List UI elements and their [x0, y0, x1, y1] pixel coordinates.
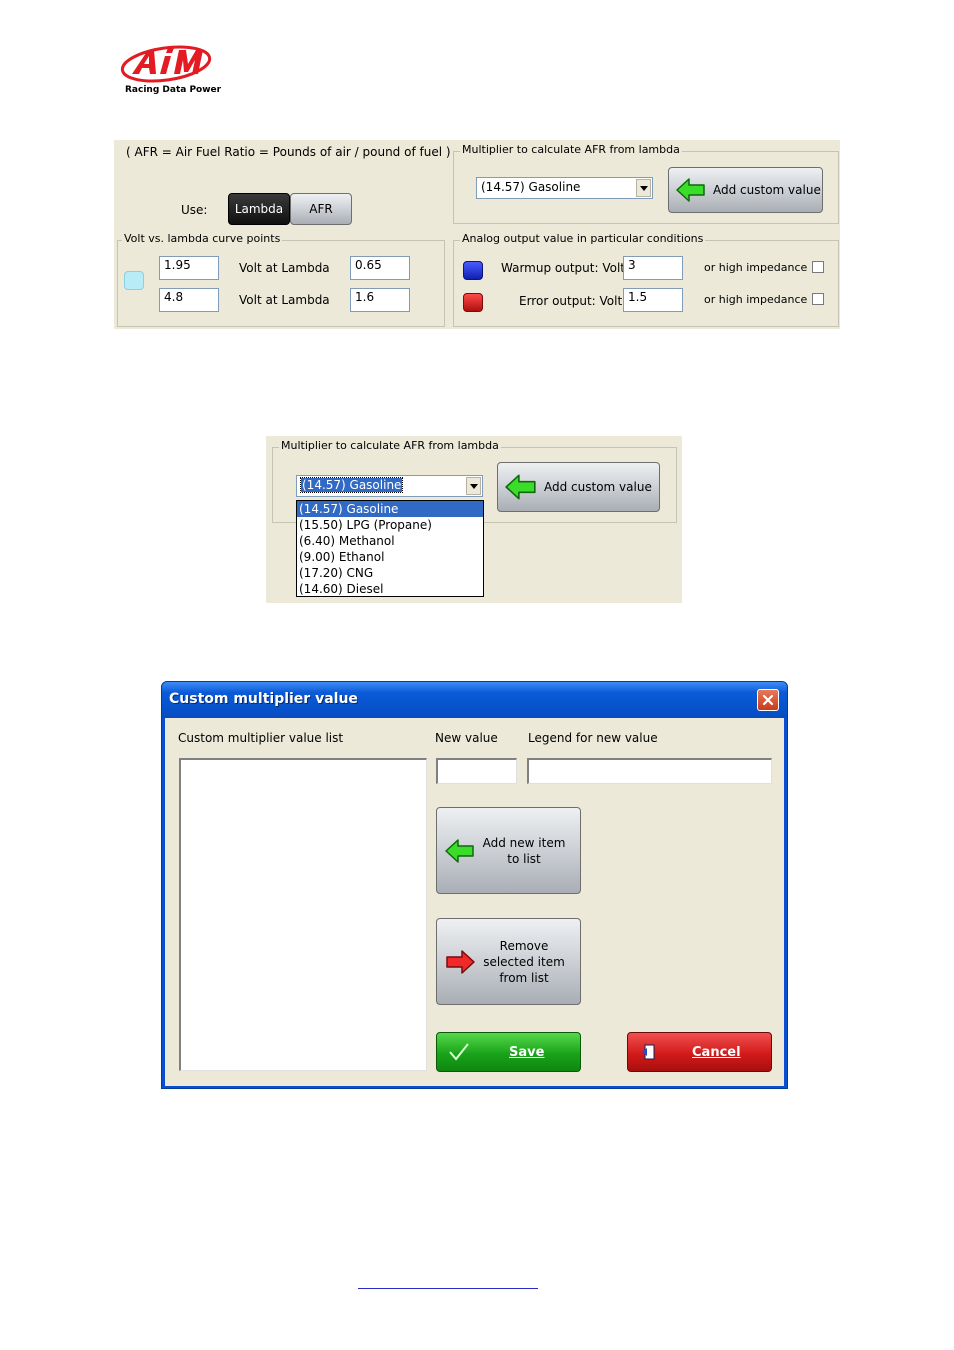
- warmup-volt-input[interactable]: 3: [623, 256, 683, 280]
- green-left-arrow-icon: [505, 474, 536, 500]
- option-ethanol[interactable]: (9.00) Ethanol: [297, 549, 483, 565]
- curve-row-2-label: Volt at Lambda: [239, 293, 330, 307]
- multiplier-select-open-value: (14.57) Gasoline: [299, 477, 404, 493]
- error-label: Error output: Volt: [519, 294, 623, 308]
- lambda-toggle-button[interactable]: Lambda: [228, 193, 290, 225]
- analog-output-group: Analog output value in particular condit…: [453, 232, 839, 327]
- curve-row-2-volt-input[interactable]: 4.8: [159, 288, 219, 312]
- error-color-indicator: [463, 293, 483, 312]
- lambda-settings-panel: ( AFR = Air Fuel Ratio = Pounds of air /…: [114, 140, 840, 329]
- green-left-arrow-icon: [445, 838, 474, 863]
- curve-row-2-lambda-input[interactable]: 1.6: [350, 288, 410, 312]
- remove-item-button[interactable]: Remove selected item from list: [436, 918, 581, 1005]
- cancel-label: Cancel: [692, 1044, 741, 1060]
- afr-toggle-button[interactable]: AFR: [290, 193, 352, 225]
- warmup-color-indicator: [463, 261, 483, 280]
- footer-link-underline[interactable]: [358, 1288, 538, 1289]
- add-item-button[interactable]: Add new item to list: [436, 807, 581, 894]
- dialog-body: Custom multiplier value list New value L…: [165, 718, 784, 1086]
- multiplier-select-open[interactable]: (14.57) Gasoline: [296, 475, 483, 497]
- curve-row-1-label: Volt at Lambda: [239, 261, 330, 275]
- option-gasoline[interactable]: (14.57) Gasoline: [297, 501, 483, 517]
- warmup-label: Warmup output: Volt: [501, 261, 625, 275]
- exit-door-icon: [642, 1044, 655, 1060]
- option-lpg[interactable]: (15.50) LPG (Propane): [297, 517, 483, 533]
- multiplier-group-expanded-title: Multiplier to calculate AFR from lambda: [279, 439, 501, 452]
- curve-points-group-title: Volt vs. lambda curve points: [122, 232, 283, 245]
- custom-value-list[interactable]: [179, 758, 427, 1071]
- option-cng[interactable]: (17.20) CNG: [297, 565, 483, 581]
- add-custom-value-button[interactable]: Add custom value: [668, 167, 823, 213]
- multiplier-options-list[interactable]: (14.57) Gasoline (15.50) LPG (Propane) (…: [296, 500, 484, 597]
- multiplier-dropdown-panel: Multiplier to calculate AFR from lambda …: [266, 436, 682, 603]
- dialog-titlebar[interactable]: Custom multiplier value: [162, 682, 787, 718]
- multiplier-select-value: (14.57) Gasoline: [481, 180, 581, 194]
- new-value-input[interactable]: [436, 758, 517, 784]
- remove-item-label: Remove selected item from list: [483, 938, 565, 985]
- error-volt-input[interactable]: 1.5: [623, 288, 683, 312]
- logo-tagline: Racing Data Power: [125, 85, 222, 95]
- option-diesel[interactable]: (14.60) Diesel: [297, 581, 483, 597]
- multiplier-group-title: Multiplier to calculate AFR from lambda: [460, 143, 682, 156]
- curve-row-1-volt-input[interactable]: 1.95: [159, 256, 219, 280]
- curve-points-group: Volt vs. lambda curve points: [117, 232, 445, 327]
- analog-output-group-title: Analog output value in particular condit…: [460, 232, 706, 245]
- close-icon: [762, 694, 774, 706]
- save-label: Save: [509, 1044, 545, 1060]
- error-high-impedance-label: or high impedance: [704, 293, 808, 306]
- dialog-title: Custom multiplier value: [169, 691, 358, 707]
- add-custom-value-button[interactable]: Add custom value: [497, 462, 660, 512]
- aim-logo-graphic: [120, 45, 212, 83]
- legend-input[interactable]: [527, 758, 772, 784]
- curve-color-indicator: [124, 271, 144, 290]
- multiplier-select[interactable]: (14.57) Gasoline: [476, 177, 653, 199]
- red-right-arrow-icon: [446, 949, 475, 974]
- custom-multiplier-dialog: Custom multiplier value Custom multiplie…: [161, 681, 788, 1089]
- afr-toggle-label: AFR: [309, 202, 333, 216]
- error-high-impedance-checkbox[interactable]: [812, 293, 824, 305]
- list-label: Custom multiplier value list: [178, 731, 344, 745]
- aim-logo: Racing Data Power: [118, 40, 222, 98]
- warmup-high-impedance-label: or high impedance: [704, 261, 808, 274]
- green-left-arrow-icon: [676, 178, 705, 202]
- close-button[interactable]: [757, 689, 779, 711]
- use-label: Use:: [181, 203, 208, 217]
- lambda-toggle-label: Lambda: [234, 202, 284, 216]
- option-methanol[interactable]: (6.40) Methanol: [297, 533, 483, 549]
- dropdown-arrow-icon[interactable]: [466, 477, 481, 495]
- add-custom-value-label: Add custom value: [713, 183, 821, 197]
- add-item-label: Add new item to list: [482, 835, 566, 866]
- legend-label: Legend for new value: [528, 731, 658, 745]
- warmup-high-impedance-checkbox[interactable]: [812, 261, 824, 273]
- save-button[interactable]: Save: [436, 1032, 581, 1072]
- cancel-button[interactable]: Cancel: [627, 1032, 772, 1072]
- afr-note: ( AFR = Air Fuel Ratio = Pounds of air /…: [126, 145, 451, 159]
- new-value-label: New value: [435, 731, 498, 745]
- dropdown-arrow-icon[interactable]: [636, 179, 651, 197]
- checkmark-icon: [449, 1043, 469, 1061]
- add-custom-value-label: Add custom value: [544, 480, 652, 494]
- curve-row-1-lambda-input[interactable]: 0.65: [350, 256, 410, 280]
